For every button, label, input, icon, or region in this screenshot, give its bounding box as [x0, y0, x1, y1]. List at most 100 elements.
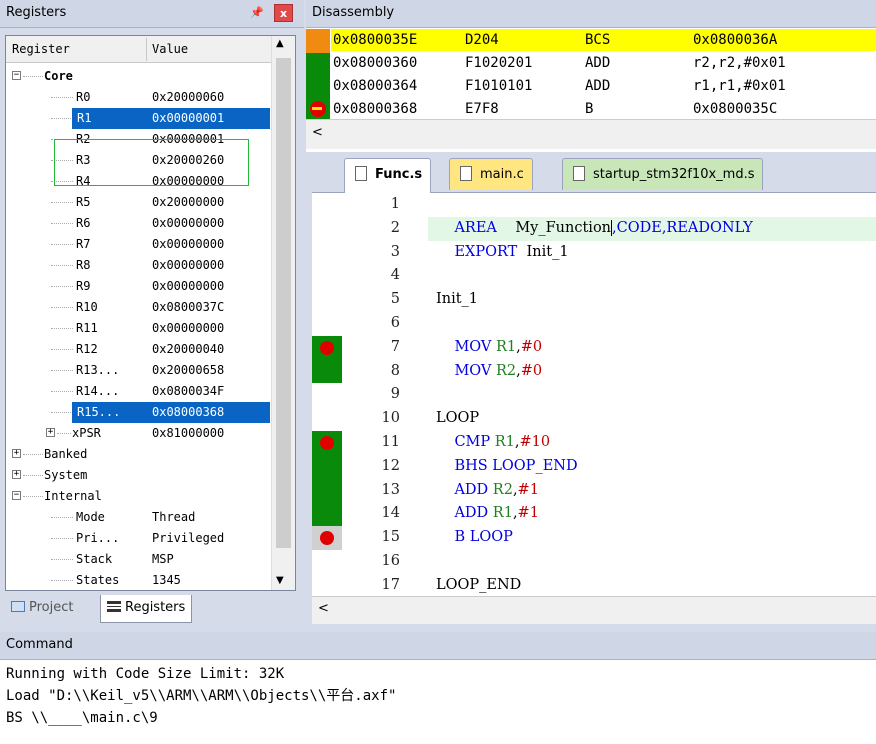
code-line[interactable]: 7 MOV R1,#0	[312, 335, 876, 360]
register-value[interactable]: 0x81000000	[152, 423, 224, 444]
disassembly-row[interactable]: 0x08000360 F1020201 ADD r2,r2,#0x01	[331, 52, 876, 74]
internal-row[interactable]: Stack MSP	[6, 549, 271, 570]
register-value[interactable]: 0x20000000	[152, 192, 224, 213]
expand-icon[interactable]: +	[46, 428, 55, 437]
code-line[interactable]: 9	[312, 383, 876, 407]
register-row[interactable]: R9 0x00000000	[6, 276, 271, 297]
tree-group-banked[interactable]: + Banked	[6, 444, 271, 465]
register-value[interactable]: 0x0800037C	[152, 297, 224, 318]
register-value[interactable]: 0x08000368	[148, 402, 270, 423]
tree-group-core[interactable]: − Core	[6, 66, 271, 87]
registers-scrollbar[interactable]: ▲ ▼	[271, 36, 295, 590]
scroll-down-icon[interactable]: ▼	[276, 575, 284, 586]
code-area[interactable]: 1 2 AREA My_Function,CODE,READONLY 3 EXP…	[312, 192, 876, 596]
expand-icon[interactable]: +	[12, 470, 21, 479]
internal-row[interactable]: States 1345	[6, 570, 271, 590]
register-row-selected[interactable]: R15... 0x08000368	[6, 402, 271, 423]
register-value[interactable]: 0x00000001	[148, 108, 270, 129]
command-output[interactable]: Running with Code Size Limit: 32K Load "…	[0, 663, 876, 729]
code-line[interactable]: 12 BHS LOOP_END	[312, 454, 876, 479]
tab-main-c[interactable]: main.c	[449, 158, 533, 190]
registers-tree: Register Value − Core R0 0x20000060 R1 0…	[5, 35, 296, 591]
register-row[interactable]: R6 0x00000000	[6, 213, 271, 234]
scroll-left-icon[interactable]: <	[318, 601, 329, 616]
register-row-xpsr[interactable]: + xPSR 0x81000000	[6, 423, 271, 444]
line-number: 7	[390, 338, 400, 355]
disassembly-row-current[interactable]: 0x0800035E D204 BCS 0x0800036A	[331, 29, 876, 51]
code-line[interactable]: 6	[312, 312, 876, 336]
register-value[interactable]: 0x20000040	[152, 339, 224, 360]
code-line[interactable]: 5 Init_1	[312, 288, 876, 312]
pin-icon[interactable]: 📌	[250, 6, 264, 19]
coverage-marker	[312, 431, 342, 455]
line-number: 4	[390, 267, 400, 284]
tree-group-internal[interactable]: − Internal	[6, 486, 271, 507]
collapse-icon[interactable]: −	[12, 491, 21, 500]
register-row-selected[interactable]: R1 0x00000001	[6, 108, 271, 129]
tab-registers[interactable]: Registers	[100, 595, 193, 623]
code-line[interactable]: 3 EXPORT Init_1	[312, 241, 876, 265]
register-value[interactable]: 0x00000000	[152, 213, 224, 234]
register-row[interactable]: R5 0x20000000	[6, 192, 271, 213]
register-value[interactable]: 0x00000000	[152, 255, 224, 276]
register-value[interactable]: 0x20000658	[152, 360, 224, 381]
register-value[interactable]: 0x0800034F	[152, 381, 224, 402]
register-row[interactable]: R13... 0x20000658	[6, 360, 271, 381]
register-value[interactable]: 0x20000060	[152, 87, 224, 108]
register-row[interactable]: R7 0x00000000	[6, 234, 271, 255]
register-value[interactable]: 0x00000000	[152, 318, 224, 339]
internal-row[interactable]: Mode Thread	[6, 507, 271, 528]
code-line[interactable]: 17 LOOP_END	[312, 574, 876, 596]
code-text: MOV R1,#0	[454, 338, 543, 355]
breakpoint-icon[interactable]	[320, 436, 334, 450]
code-text: B LOOP	[454, 529, 513, 546]
code-line[interactable]: 13 ADD R2,#1	[312, 478, 876, 503]
register-row[interactable]: R10 0x0800037C	[6, 297, 271, 318]
disassembly-row[interactable]: 0x08000368 E7F8 B 0x0800035C	[331, 98, 876, 119]
tab-project[interactable]: Project	[5, 595, 79, 623]
register-row[interactable]: R12 0x20000040	[6, 339, 271, 360]
tab-registers-label: Registers	[125, 600, 186, 615]
internal-row[interactable]: Pri... Privileged	[6, 528, 271, 549]
breakpoint-icon[interactable]	[320, 340, 334, 355]
scroll-thumb[interactable]	[276, 58, 291, 548]
register-value[interactable]: 0x00000000	[152, 234, 224, 255]
code-line[interactable]: 15 B LOOP	[312, 526, 876, 550]
tab-func-s[interactable]: Func.s	[344, 158, 432, 193]
register-row[interactable]: R8 0x00000000	[6, 255, 271, 276]
code-line[interactable]: 16	[312, 550, 876, 574]
editor-hscrollbar[interactable]: <	[312, 596, 876, 624]
scroll-up-icon[interactable]: ▲	[276, 38, 284, 49]
column-value[interactable]: Value	[152, 42, 188, 56]
register-name: R5	[76, 195, 91, 209]
group-label: Banked	[44, 447, 88, 461]
register-value[interactable]: 0x00000000	[152, 276, 224, 297]
register-row[interactable]: R14... 0x0800034F	[6, 381, 271, 402]
column-register[interactable]: Register	[12, 42, 70, 56]
code-line-current[interactable]: 2 AREA My_Function,CODE,READONLY	[312, 216, 876, 241]
internal-name: Mode	[76, 510, 105, 524]
register-row[interactable]: R0 0x20000060	[6, 87, 271, 108]
code-line[interactable]: 11 CMP R1,#10	[312, 431, 876, 455]
close-icon[interactable]: x	[274, 4, 293, 22]
tab-startup-s[interactable]: startup_stm32f10x_md.s	[562, 158, 764, 190]
code-label: LOOP_END	[436, 576, 522, 593]
register-row[interactable]: R11 0x00000000	[6, 318, 271, 339]
code-text: BHS LOOP_END	[454, 457, 578, 474]
code-line[interactable]: 8 MOV R2,#0	[312, 359, 876, 384]
coverage-marker	[312, 335, 342, 360]
code-line[interactable]: 14 ADD R1,#1	[312, 502, 876, 527]
code-label: Init_1	[436, 291, 479, 308]
code-line[interactable]: 10 LOOP	[312, 407, 876, 431]
internal-value: MSP	[152, 552, 174, 566]
expand-icon[interactable]: +	[12, 449, 21, 458]
disassembly-row[interactable]: 0x08000364 F1010101 ADD r1,r1,#0x01	[331, 75, 876, 97]
disassembly-hscrollbar[interactable]: <	[306, 119, 876, 149]
breakpoint-icon[interactable]	[320, 531, 334, 546]
code-line[interactable]: 4	[312, 264, 876, 288]
code-line[interactable]: 1	[312, 193, 876, 217]
tree-group-system[interactable]: + System	[6, 465, 271, 486]
scroll-left-icon[interactable]: <	[312, 125, 323, 140]
collapse-icon[interactable]: −	[12, 71, 21, 80]
register-name: R0	[76, 90, 91, 104]
